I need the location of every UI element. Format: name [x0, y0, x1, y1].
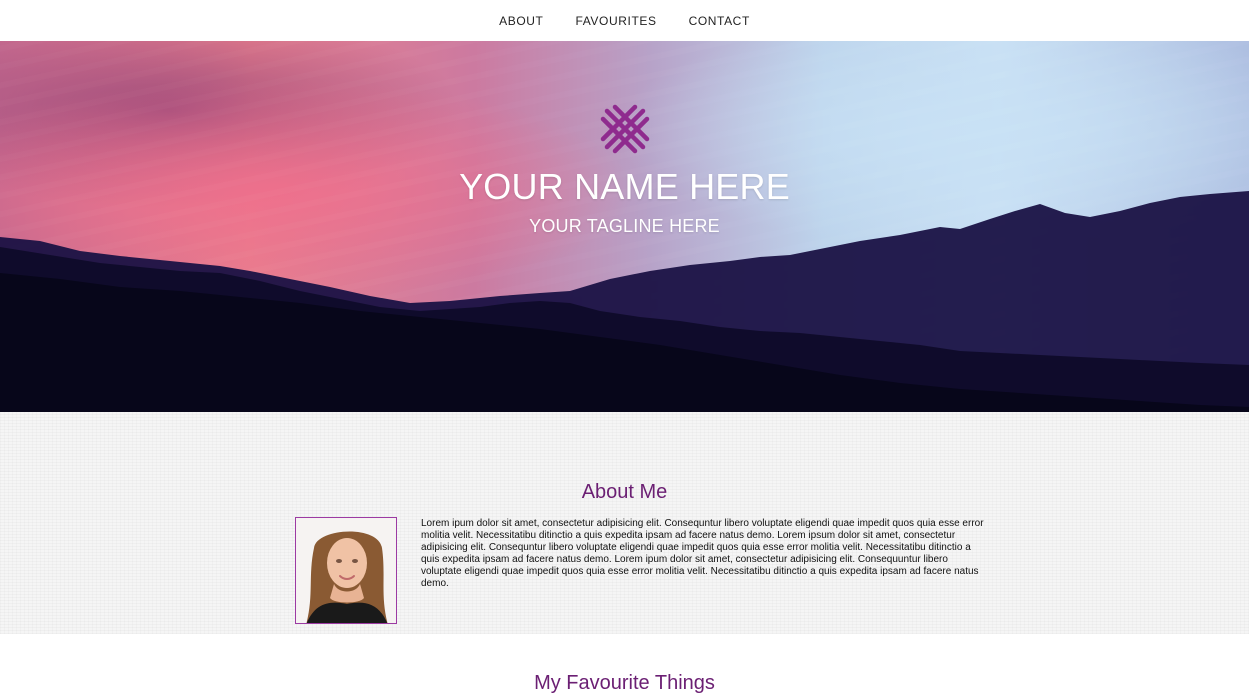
portrait-photo — [296, 518, 396, 623]
favourites-title: My Favourite Things — [534, 672, 715, 694]
about-text: Lorem ipum dolor sit amet, consectetur a… — [421, 518, 984, 589]
top-navigation: ABOUT FAVOURITES CONTACT — [0, 0, 1249, 41]
hero-tagline: YOUR TAGLINE HERE — [529, 216, 720, 236]
hero-name: YOUR NAME HERE — [459, 166, 790, 207]
nav-link-about[interactable]: ABOUT — [499, 14, 543, 28]
cross-hatch-x-icon — [600, 104, 649, 154]
favourites-section: My Favourite Things — [0, 634, 1249, 697]
hero-content: YOUR NAME HERE YOUR TAGLINE HERE — [0, 101, 1249, 237]
nav-link-favourites[interactable]: FAVOURITES — [575, 14, 656, 28]
about-title: About Me — [581, 481, 668, 503]
nav-link-contact[interactable]: CONTACT — [689, 14, 750, 28]
about-section: About Me Lorem ipum dolor sit amet, cons… — [0, 412, 1249, 634]
hero-banner: YOUR NAME HERE YOUR TAGLINE HERE — [0, 41, 1249, 412]
profile-photo — [295, 517, 397, 624]
